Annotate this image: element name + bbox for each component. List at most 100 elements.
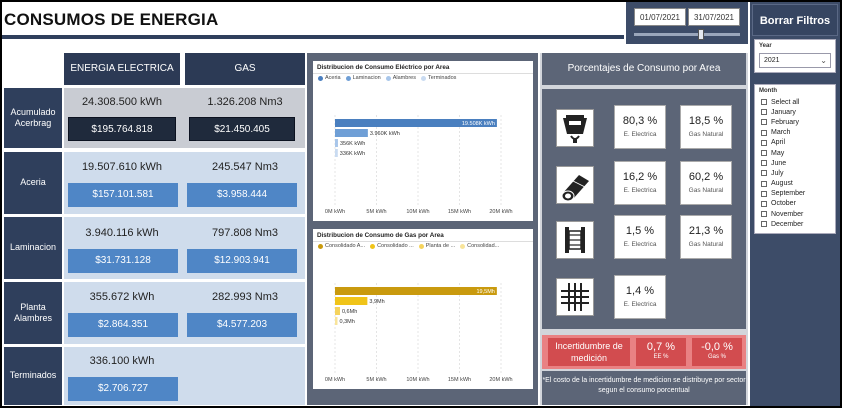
dashboard-frame: CONSUMOS DE ENERGIA 01/07/2021 31/07/202… <box>2 2 840 406</box>
uncertainty-gas-value: -0,0 % <box>701 341 733 353</box>
month-option-label: November <box>771 210 804 218</box>
bar-2[interactable] <box>335 297 368 305</box>
month-option-label: October <box>771 200 796 208</box>
checkbox-icon[interactable] <box>761 119 767 126</box>
row-label-acumulado: Acumulado Acerbrag <box>4 88 62 148</box>
checkbox-icon[interactable] <box>761 109 767 116</box>
gas-distribution-chart[interactable]: Distribucion de Consumo de Gas por Area … <box>313 229 533 389</box>
column-header-electric: ENERGIA ELECTRICA <box>64 53 180 85</box>
bar-1[interactable] <box>335 287 497 295</box>
gas-percentage-value: 21,3 % <box>688 225 724 237</box>
bar-4[interactable] <box>335 317 338 325</box>
month-option[interactable]: January <box>761 107 835 117</box>
date-slider-track[interactable] <box>634 33 740 36</box>
checkbox-icon[interactable] <box>761 180 767 187</box>
gas-percentage-value: 18,5 % <box>688 115 724 127</box>
electric-distribution-chart[interactable]: Distribucion de Consumo Eléctrico por Ar… <box>313 61 533 221</box>
month-option[interactable]: August <box>761 179 835 189</box>
month-option-label: July <box>771 169 784 177</box>
x-tick-label: 15M kWh <box>448 209 471 215</box>
elec-percentage-value: 1,4 % <box>625 285 655 297</box>
chevron-down-icon: ⌄ <box>820 56 827 65</box>
elec-kwh-value: 3.940.116 kWh <box>85 227 159 239</box>
month-option[interactable]: March <box>761 128 835 138</box>
clear-filters-button[interactable]: Borrar Filtros <box>752 4 838 36</box>
gas-cost-value: $12.903.941 <box>187 249 297 273</box>
checkbox-icon[interactable] <box>761 129 767 136</box>
bar-data-label: 336K kWh <box>340 151 365 157</box>
elec-kwh-value: 19.507.610 kWh <box>81 161 163 173</box>
checkbox-icon[interactable] <box>761 99 767 106</box>
gas-nm3-value: 1.326.208 Nm3 <box>207 96 283 108</box>
month-option-label: September <box>771 190 806 198</box>
elec-percentage-label: E. Electrica <box>623 301 657 308</box>
gas-nm3-value: 282.993 Nm3 <box>211 291 279 303</box>
checkbox-icon[interactable] <box>761 150 767 157</box>
checkbox-icon[interactable] <box>761 190 767 197</box>
uncertainty-elec-label: EE % <box>653 354 669 360</box>
page-title: CONSUMOS DE ENERGIA <box>4 10 219 29</box>
bar-3[interactable] <box>335 139 338 147</box>
date-from-input[interactable]: 01/07/2021 <box>634 8 686 26</box>
charts-area: Distribucion de Consumo Eléctrico por Ar… <box>307 53 538 405</box>
elec-percentage-card: 80,3 % E. Electrica <box>614 105 666 149</box>
uncertainty-label: Incertidumbre de medición <box>548 338 630 366</box>
electric-bar-chart-svg: 0M kWh 5M kWh 10M kWh 15M kWh 20M kWh 19.508K… <box>325 115 513 215</box>
checkbox-icon[interactable] <box>761 160 767 167</box>
month-option[interactable]: April <box>761 138 835 148</box>
bar-data-label: 3,9Mh <box>369 299 384 305</box>
gas-percentage-label: Gas Natural <box>688 187 724 194</box>
month-list: Select all January February March April … <box>755 94 835 229</box>
elec-cost-value: $2.864.351 <box>68 313 178 337</box>
month-option[interactable]: February <box>761 117 835 127</box>
date-range-filter: 01/07/2021 31/07/2021 <box>626 2 748 44</box>
month-option[interactable]: Select all <box>761 97 835 107</box>
month-option-label: December <box>771 220 804 228</box>
date-to-input[interactable]: 31/07/2021 <box>688 8 740 26</box>
x-tick-label: 5M kWh <box>366 377 386 383</box>
row-label-terminados: Terminados <box>4 347 62 405</box>
month-option[interactable]: September <box>761 189 835 199</box>
checkbox-icon[interactable] <box>761 221 767 228</box>
bar-data-label: 19.508K kWh <box>462 121 495 127</box>
checkbox-icon[interactable] <box>761 170 767 177</box>
month-option[interactable]: October <box>761 199 835 209</box>
month-option-label: February <box>771 118 800 126</box>
gas-percentage-label: Gas Natural <box>688 241 724 248</box>
x-tick-label: 10M kWh <box>406 377 429 383</box>
month-option[interactable]: July <box>761 168 835 178</box>
checkbox-icon[interactable] <box>761 139 767 146</box>
elec-percentage-card: 16,2 % E. Electrica <box>614 161 666 205</box>
bar-2[interactable] <box>335 129 368 137</box>
bar-3[interactable] <box>335 307 340 315</box>
gas-percentage-label: Gas Natural <box>688 131 724 138</box>
month-option[interactable]: June <box>761 158 835 168</box>
elec-cost-value: $31.731.128 <box>68 249 178 273</box>
uncertainty-elec-value: 0,7 % <box>646 341 676 353</box>
month-option[interactable]: May <box>761 148 835 158</box>
column-header-gas: GAS <box>185 53 305 85</box>
year-select-value: 2021 <box>764 57 780 64</box>
elec-percentage-value: 16,2 % <box>622 171 658 183</box>
gas-cost-value: $4.577.203 <box>187 313 297 337</box>
year-select[interactable]: 2021 ⌄ <box>759 53 831 68</box>
checkbox-icon[interactable] <box>761 200 767 207</box>
month-option[interactable]: December <box>761 219 835 229</box>
gas-nm3-value: 245.547 Nm3 <box>211 161 279 173</box>
bar-4[interactable] <box>335 149 338 157</box>
mesh-grid-icon <box>556 278 594 316</box>
uncertainty-gas-label: Gas % <box>707 354 726 360</box>
furnace-icon <box>556 109 594 147</box>
month-option-label: April <box>771 139 786 147</box>
elec-cost-value: $195.764.818 <box>68 117 176 141</box>
elec-percentage-label: E. Electrica <box>623 241 657 248</box>
checkbox-icon[interactable] <box>761 211 767 218</box>
uncertainty-gas-card: -0,0 % Gas % <box>692 338 742 366</box>
elec-percentage-label: E. Electrica <box>623 131 657 138</box>
row-label-planta-alambres: Planta Alambres <box>4 282 62 344</box>
date-slider-handle[interactable] <box>698 29 704 40</box>
x-tick-label: 20M kWh <box>489 377 512 383</box>
month-option[interactable]: November <box>761 209 835 219</box>
elec-cost-value: $157.101.581 <box>68 183 178 207</box>
month-option-label: March <box>771 129 791 137</box>
